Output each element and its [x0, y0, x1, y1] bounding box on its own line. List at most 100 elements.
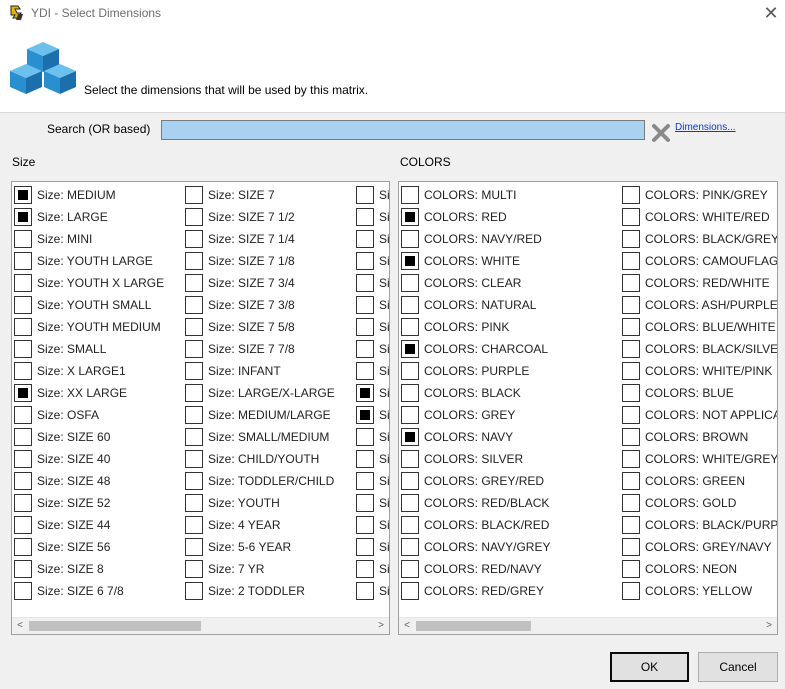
checkbox[interactable] [185, 450, 203, 468]
scroll-left-arrow-icon[interactable]: < [399, 618, 415, 634]
checkbox[interactable] [356, 472, 374, 490]
checkbox[interactable] [401, 362, 419, 380]
checkbox[interactable] [356, 494, 374, 512]
checkbox[interactable] [622, 230, 640, 248]
colors-horizontal-scrollbar[interactable]: < > [399, 617, 777, 634]
checkbox[interactable] [401, 340, 419, 358]
checkbox[interactable] [622, 560, 640, 578]
checkbox[interactable] [356, 230, 374, 248]
checkbox[interactable] [185, 406, 203, 424]
checkbox[interactable] [14, 582, 32, 600]
checkbox[interactable] [14, 252, 32, 270]
checkbox[interactable] [401, 450, 419, 468]
scroll-left-arrow-icon[interactable]: < [12, 618, 28, 634]
scroll-right-arrow-icon[interactable]: > [373, 618, 389, 634]
checkbox[interactable] [622, 340, 640, 358]
checkbox[interactable] [622, 516, 640, 534]
scroll-thumb[interactable] [416, 621, 531, 631]
checkbox[interactable] [14, 516, 32, 534]
checkbox[interactable] [14, 340, 32, 358]
checkbox[interactable] [185, 362, 203, 380]
checkbox[interactable] [185, 296, 203, 314]
checkbox[interactable] [622, 538, 640, 556]
checkbox[interactable] [14, 230, 32, 248]
checkbox[interactable] [185, 428, 203, 446]
checkbox[interactable] [401, 472, 419, 490]
checkbox[interactable] [622, 384, 640, 402]
search-input[interactable] [161, 120, 645, 140]
checkbox[interactable] [401, 252, 419, 270]
ok-button[interactable]: OK [610, 652, 689, 682]
checkbox[interactable] [622, 318, 640, 336]
checkbox[interactable] [622, 362, 640, 380]
checkbox[interactable] [356, 582, 374, 600]
checkbox[interactable] [622, 186, 640, 204]
checkbox[interactable] [401, 428, 419, 446]
checkbox[interactable] [185, 186, 203, 204]
checkbox[interactable] [185, 252, 203, 270]
checkbox[interactable] [622, 494, 640, 512]
scroll-thumb[interactable] [29, 621, 201, 631]
dimensions-link[interactable]: Dimensions... [675, 122, 736, 133]
checkbox[interactable] [622, 472, 640, 490]
checkbox[interactable] [185, 582, 203, 600]
clear-search-icon[interactable] [651, 123, 671, 143]
checkbox[interactable] [622, 274, 640, 292]
checkbox[interactable] [401, 208, 419, 226]
checkbox[interactable] [401, 516, 419, 534]
checkbox[interactable] [185, 208, 203, 226]
checkbox[interactable] [356, 296, 374, 314]
checkbox[interactable] [185, 560, 203, 578]
checkbox[interactable] [356, 186, 374, 204]
checkbox[interactable] [622, 582, 640, 600]
checkbox[interactable] [185, 318, 203, 336]
checkbox[interactable] [14, 384, 32, 402]
checkbox[interactable] [622, 450, 640, 468]
checkbox[interactable] [14, 450, 32, 468]
checkbox[interactable] [185, 340, 203, 358]
checkbox[interactable] [14, 428, 32, 446]
checkbox[interactable] [185, 494, 203, 512]
checkbox[interactable] [401, 296, 419, 314]
checkbox[interactable] [401, 582, 419, 600]
checkbox[interactable] [185, 538, 203, 556]
checkbox[interactable] [356, 428, 374, 446]
cancel-button[interactable]: Cancel [698, 652, 778, 682]
checkbox[interactable] [401, 494, 419, 512]
checkbox[interactable] [356, 450, 374, 468]
checkbox[interactable] [401, 230, 419, 248]
checkbox[interactable] [401, 318, 419, 336]
size-horizontal-scrollbar[interactable]: < > [12, 617, 389, 634]
checkbox[interactable] [14, 186, 32, 204]
checkbox[interactable] [622, 428, 640, 446]
checkbox[interactable] [14, 472, 32, 490]
checkbox[interactable] [185, 516, 203, 534]
scroll-right-arrow-icon[interactable]: > [761, 618, 777, 634]
checkbox[interactable] [185, 230, 203, 248]
checkbox[interactable] [14, 494, 32, 512]
checkbox[interactable] [14, 208, 32, 226]
checkbox[interactable] [401, 274, 419, 292]
checkbox[interactable] [185, 384, 203, 402]
checkbox[interactable] [14, 538, 32, 556]
checkbox[interactable] [356, 362, 374, 380]
checkbox[interactable] [356, 406, 374, 424]
close-icon[interactable]: ✕ [758, 1, 784, 25]
checkbox[interactable] [401, 186, 419, 204]
checkbox[interactable] [185, 472, 203, 490]
checkbox[interactable] [14, 362, 32, 380]
checkbox[interactable] [14, 274, 32, 292]
checkbox[interactable] [401, 406, 419, 424]
checkbox[interactable] [622, 296, 640, 314]
checkbox[interactable] [622, 208, 640, 226]
checkbox[interactable] [356, 516, 374, 534]
checkbox[interactable] [401, 560, 419, 578]
checkbox[interactable] [622, 252, 640, 270]
checkbox[interactable] [356, 384, 374, 402]
checkbox[interactable] [356, 560, 374, 578]
checkbox[interactable] [622, 406, 640, 424]
checkbox[interactable] [356, 252, 374, 270]
checkbox[interactable] [401, 384, 419, 402]
checkbox[interactable] [356, 538, 374, 556]
checkbox[interactable] [185, 274, 203, 292]
